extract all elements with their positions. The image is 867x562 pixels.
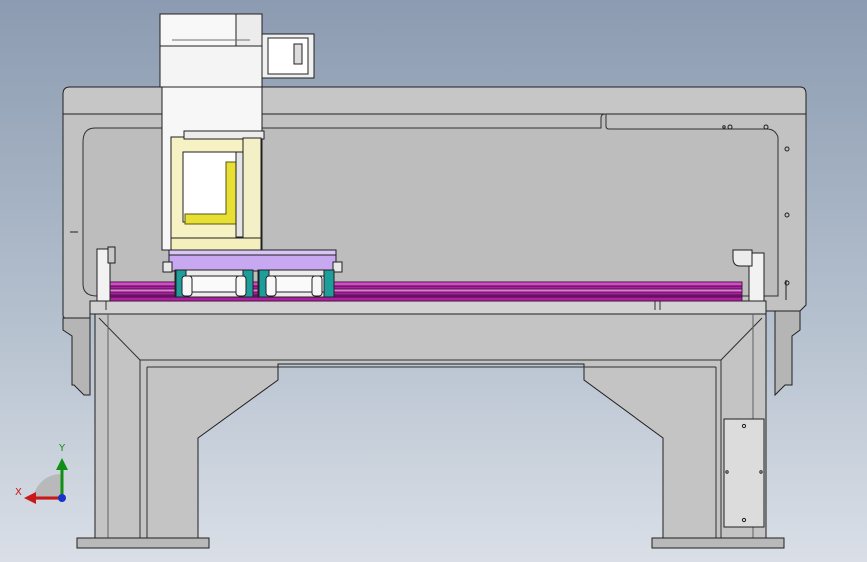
carriage: [162, 249, 343, 298]
base-table: [76, 300, 785, 549]
cad-viewport[interactable]: X Y: [0, 0, 867, 562]
access-panel: [723, 418, 765, 528]
left-flange: [62, 317, 91, 396]
table-top-plate: [89, 300, 767, 315]
z-axis-dot: [58, 494, 66, 502]
coordinate-triad: [24, 458, 68, 504]
triad-shadow-disc: [33, 473, 62, 500]
left-foot: [76, 537, 210, 549]
y-axis-label: Y: [59, 443, 66, 454]
right-foot: [651, 537, 785, 549]
x-axis-label: X: [15, 487, 22, 498]
gantry-model-drawing: [24, 13, 807, 549]
right-flange: [774, 310, 801, 397]
table-body: [94, 313, 767, 539]
